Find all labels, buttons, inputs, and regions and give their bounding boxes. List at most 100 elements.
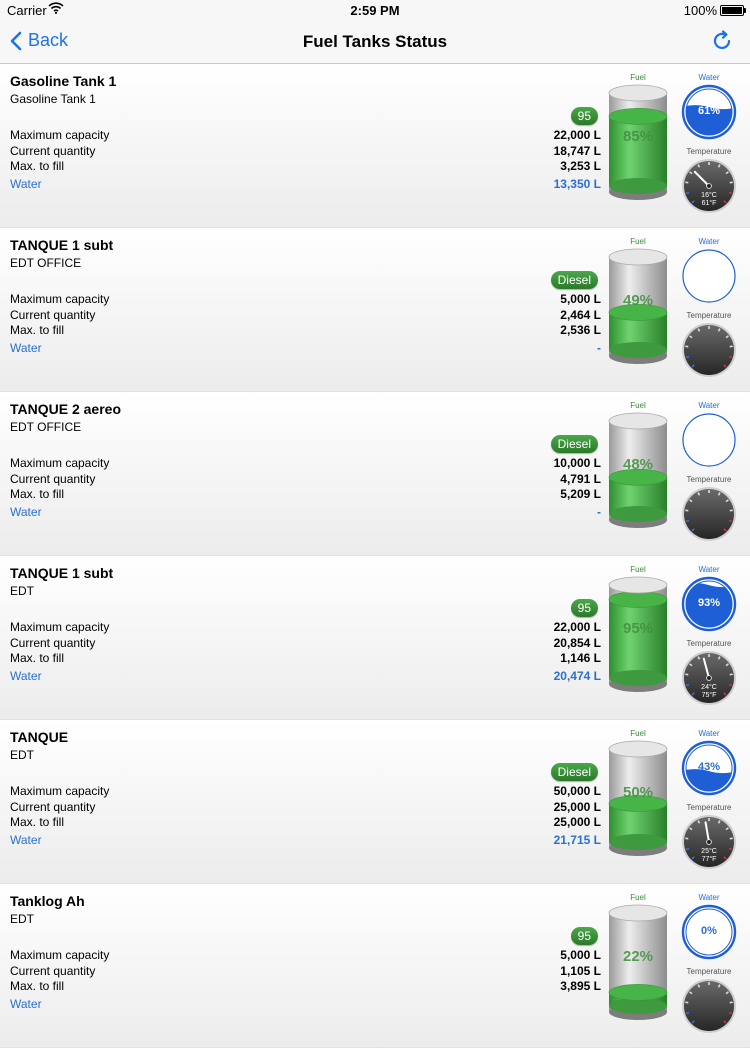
fuel-type-badge: 95 <box>571 927 598 945</box>
max-capacity-value: 50,000 L <box>554 784 601 798</box>
temperature-gauge: 16°C61°F <box>681 158 737 214</box>
tank-row[interactable]: Gasoline Tank 1 Gasoline Tank 1 Maximum … <box>0 64 750 228</box>
water-value: 13,350 L <box>554 177 601 191</box>
tank-list: Gasoline Tank 1 Gasoline Tank 1 Maximum … <box>0 64 750 1048</box>
water-value: - <box>597 505 601 519</box>
current-quantity-value: 20,854 L <box>554 636 601 650</box>
current-quantity-label: Current quantity <box>10 308 95 322</box>
max-capacity-label: Maximum capacity <box>10 292 109 306</box>
current-quantity-value: 18,747 L <box>554 144 601 158</box>
tank-location: EDT OFFICE <box>10 420 81 434</box>
max-to-fill-label: Max. to fill <box>10 651 64 665</box>
water-caption: Water <box>681 729 737 738</box>
navigation-bar: Back Fuel Tanks Status <box>0 20 750 64</box>
max-capacity-value: 22,000 L <box>554 128 601 142</box>
max-to-fill-label: Max. to fill <box>10 323 64 337</box>
fuel-type-badge: 95 <box>571 599 598 617</box>
current-quantity-value: 4,791 L <box>560 472 601 486</box>
temperature-celsius: 24°C <box>701 684 717 691</box>
max-to-fill-value: 25,000 L <box>554 815 601 829</box>
fuel-type-badge: Diesel <box>551 435 598 453</box>
water-percent: 43% <box>681 761 737 773</box>
water-caption: Water <box>681 893 737 902</box>
water-label: Water <box>10 341 42 355</box>
fuel-type-badge: 95 <box>571 107 598 125</box>
tank-title: Tanklog Ah <box>10 893 85 909</box>
temperature-gauge <box>681 322 737 378</box>
max-capacity-label: Maximum capacity <box>10 620 109 634</box>
temperature-caption: Temperature <box>681 475 737 484</box>
tank-location: EDT OFFICE <box>10 256 81 270</box>
current-quantity-label: Current quantity <box>10 636 95 650</box>
max-capacity-label: Maximum capacity <box>10 456 109 470</box>
tank-row[interactable]: Tanklog Ah EDT Maximum capacity Current … <box>0 884 750 1048</box>
temperature-fahrenheit: 75°F <box>702 692 717 699</box>
max-to-fill-value: 2,536 L <box>560 323 601 337</box>
max-capacity-value: 5,000 L <box>560 292 601 306</box>
water-caption: Water <box>681 237 737 246</box>
tank-row[interactable]: TANQUE EDT Maximum capacity Current quan… <box>0 720 750 884</box>
water-label: Water <box>10 833 42 847</box>
water-value: 21,715 L <box>554 833 601 847</box>
fuel-tank-gauge: 50% <box>608 740 668 860</box>
tank-location: EDT <box>10 584 34 598</box>
max-capacity-value: 5,000 L <box>560 948 601 962</box>
water-label: Water <box>10 505 42 519</box>
temperature-gauge <box>681 978 737 1034</box>
temperature-caption: Temperature <box>681 147 737 156</box>
tank-row[interactable]: TANQUE 1 subt EDT OFFICE Maximum capacit… <box>0 228 750 392</box>
refresh-button[interactable] <box>710 29 734 58</box>
fuel-caption: Fuel <box>608 729 668 738</box>
tank-title: TANQUE <box>10 729 68 745</box>
fuel-caption: Fuel <box>608 893 668 902</box>
current-quantity-label: Current quantity <box>10 144 95 158</box>
water-label: Water <box>10 669 42 683</box>
battery-percent: 100% <box>684 3 717 18</box>
max-capacity-label: Maximum capacity <box>10 948 109 962</box>
max-to-fill-label: Max. to fill <box>10 979 64 993</box>
fuel-tank-gauge: 48% <box>608 412 668 532</box>
current-quantity-value: 1,105 L <box>560 964 601 978</box>
max-to-fill-label: Max. to fill <box>10 815 64 829</box>
max-to-fill-value: 3,895 L <box>560 979 601 993</box>
tank-title: Gasoline Tank 1 <box>10 73 116 89</box>
fuel-type-badge: Diesel <box>551 763 598 781</box>
fuel-caption: Fuel <box>608 237 668 246</box>
water-level-gauge: 61% <box>681 84 737 140</box>
clock: 2:59 PM <box>0 3 750 18</box>
fuel-percent: 48% <box>608 456 668 473</box>
tank-location: EDT <box>10 748 34 762</box>
max-capacity-value: 10,000 L <box>554 456 601 470</box>
temperature-fahrenheit: 77°F <box>702 856 717 863</box>
max-to-fill-label: Max. to fill <box>10 159 64 173</box>
tank-row[interactable]: TANQUE 2 aereo EDT OFFICE Maximum capaci… <box>0 392 750 556</box>
water-percent: 61% <box>681 105 737 117</box>
water-level-gauge: 43% <box>681 740 737 796</box>
water-percent: 93% <box>681 597 737 609</box>
max-to-fill-value: 1,146 L <box>560 651 601 665</box>
current-quantity-label: Current quantity <box>10 800 95 814</box>
current-quantity-value: 25,000 L <box>554 800 601 814</box>
tank-row[interactable]: TANQUE 1 subt EDT Maximum capacity Curre… <box>0 556 750 720</box>
fuel-type-badge: Diesel <box>551 271 598 289</box>
fuel-percent: 22% <box>608 948 668 965</box>
temperature-caption: Temperature <box>681 967 737 976</box>
temperature-caption: Temperature <box>681 311 737 320</box>
tank-title: TANQUE 1 subt <box>10 565 113 581</box>
temperature-caption: Temperature <box>681 803 737 812</box>
max-to-fill-label: Max. to fill <box>10 487 64 501</box>
temperature-caption: Temperature <box>681 639 737 648</box>
temperature-celsius: 16°C <box>701 192 717 199</box>
fuel-percent: 50% <box>608 784 668 801</box>
fuel-percent: 95% <box>608 620 668 637</box>
water-label: Water <box>10 997 42 1011</box>
refresh-icon <box>710 29 734 53</box>
water-percent: 0% <box>681 925 737 937</box>
fuel-tank-gauge: 22% <box>608 904 668 1024</box>
tank-title: TANQUE 2 aereo <box>10 401 121 417</box>
fuel-tank-gauge: 95% <box>608 576 668 696</box>
water-caption: Water <box>681 73 737 82</box>
max-to-fill-value: 5,209 L <box>560 487 601 501</box>
temperature-celsius: 25°C <box>701 848 717 855</box>
water-value: 20,474 L <box>554 669 601 683</box>
